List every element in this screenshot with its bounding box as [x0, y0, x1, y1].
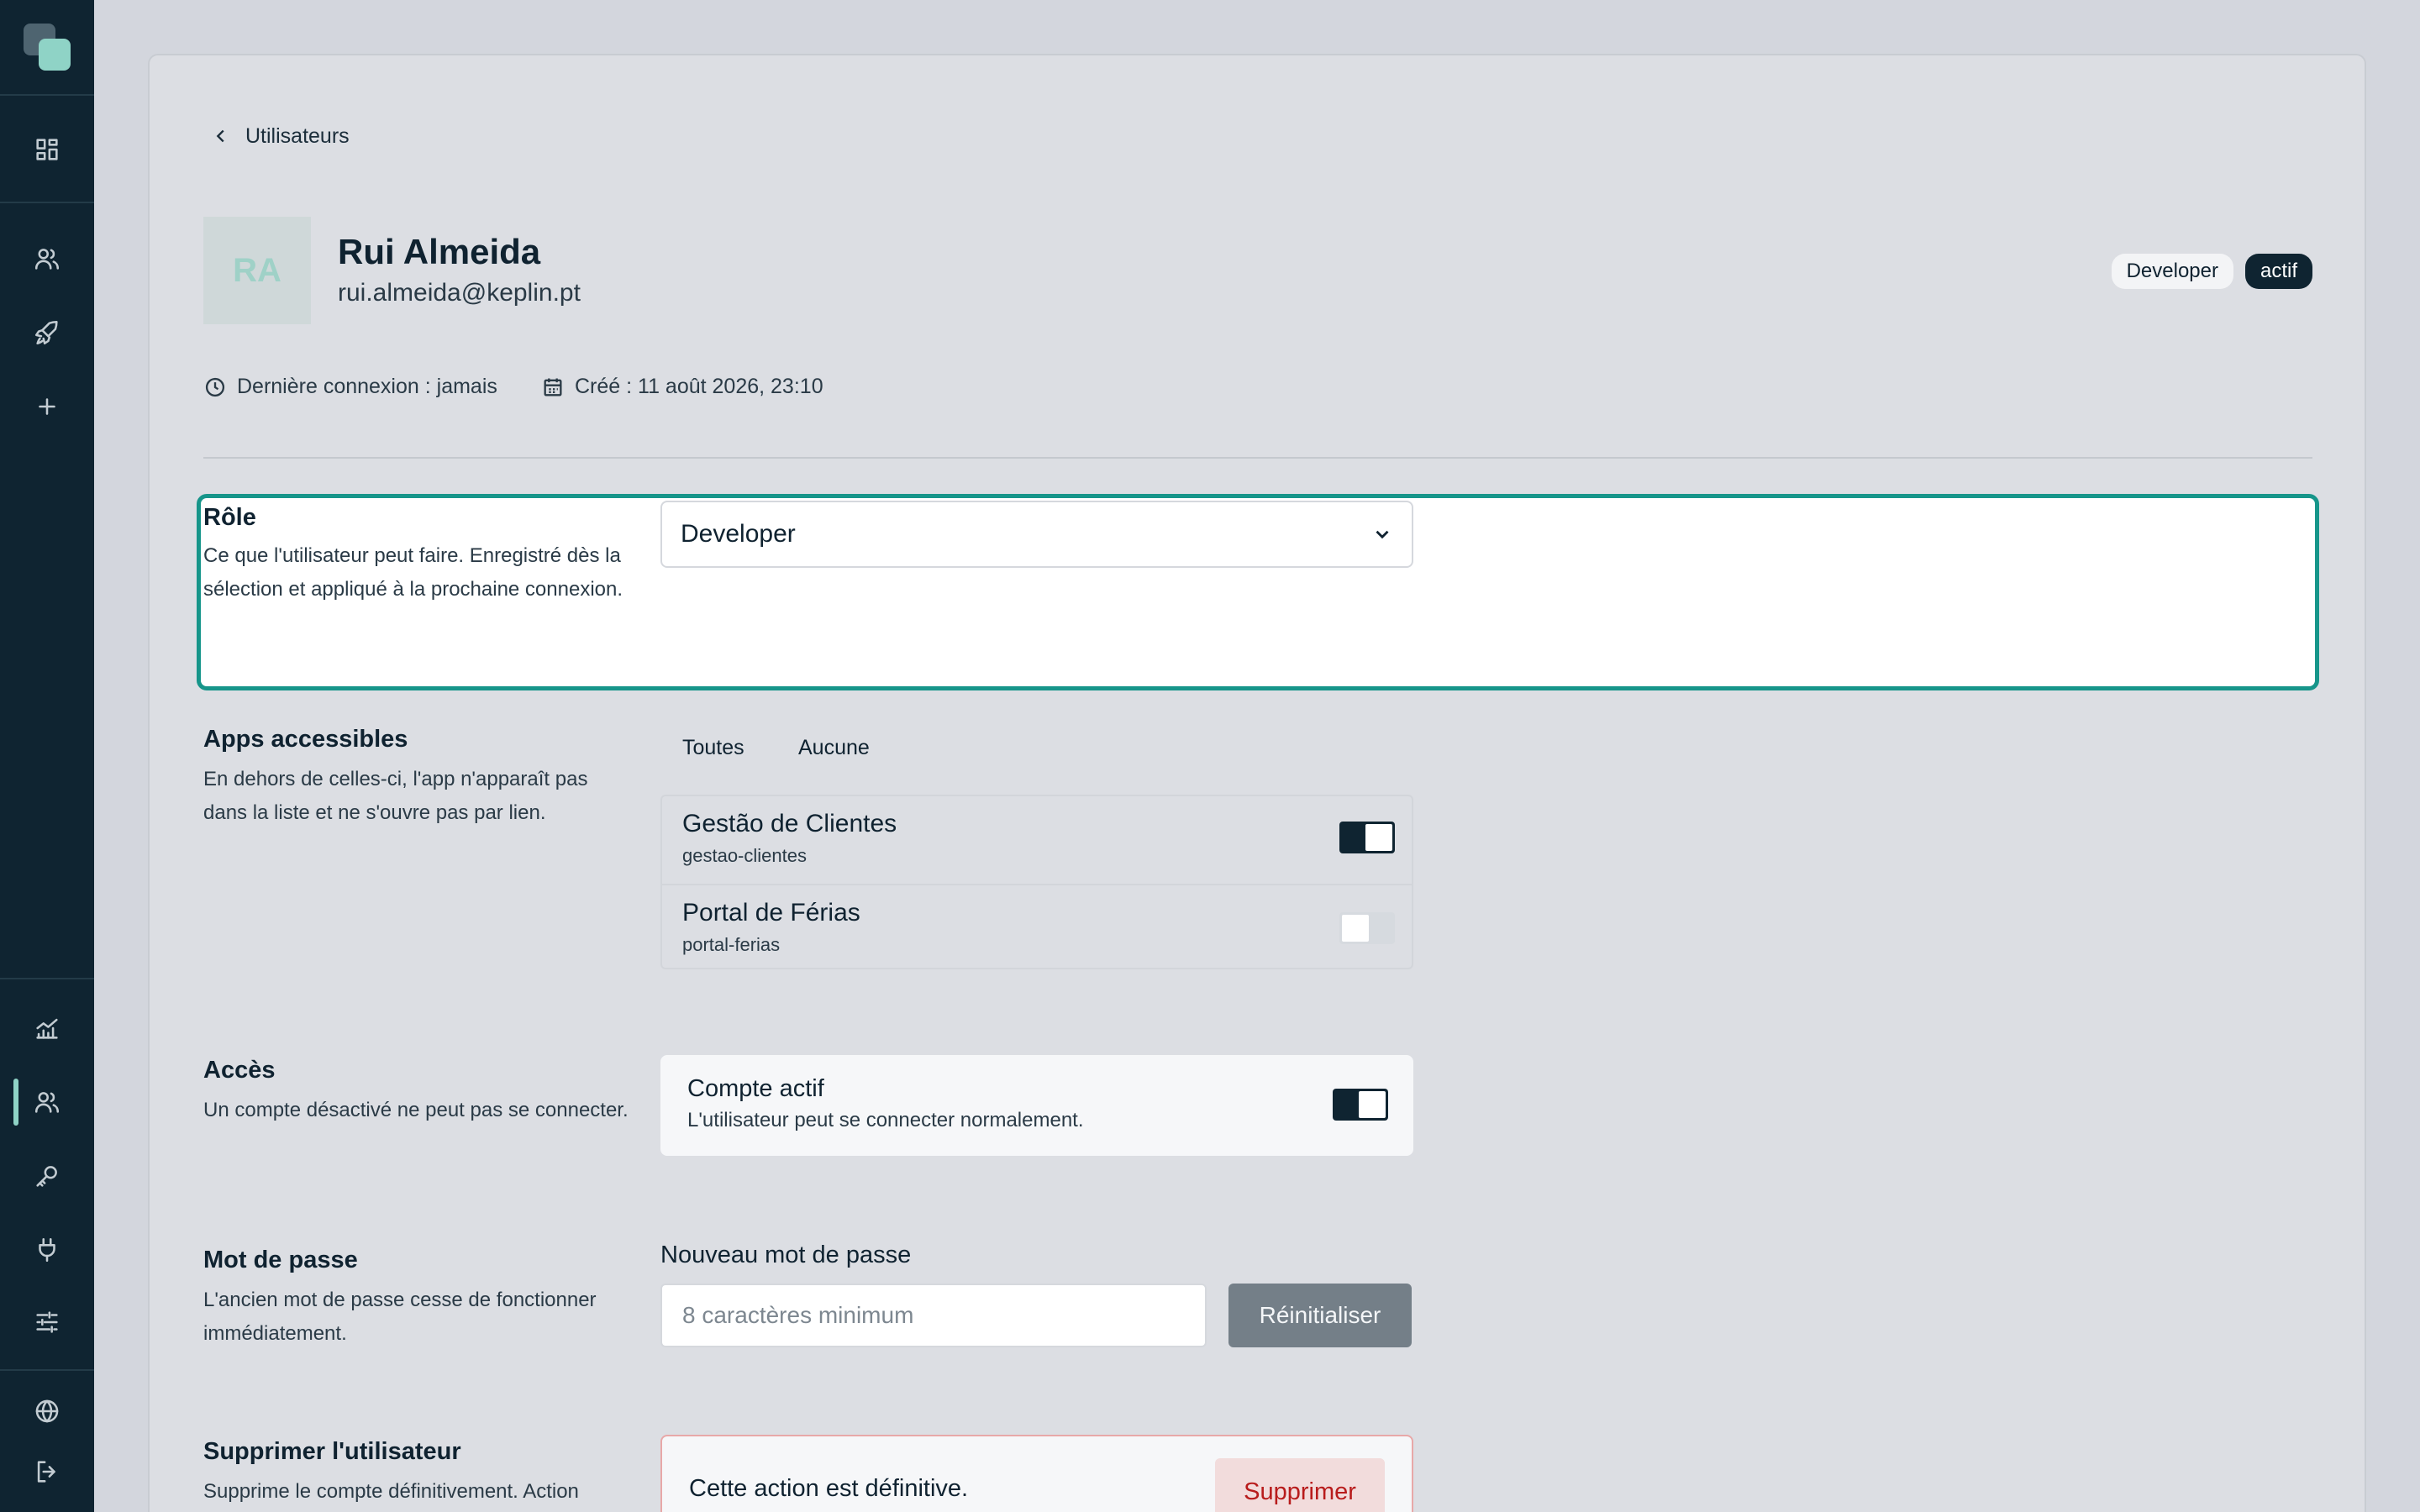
- select-all-apps-button[interactable]: Toutes: [682, 736, 744, 760]
- password-title: Mot de passe: [203, 1247, 358, 1273]
- app-slug: portal-ferias: [682, 934, 781, 955]
- users-icon[interactable]: [29, 1084, 66, 1121]
- calendar-icon: [544, 378, 562, 396]
- user-name: Rui Almeida: [338, 232, 541, 271]
- last-login-text: Dernière connexion : jamais: [237, 375, 497, 398]
- delete-title: Supprimer l'utilisateur: [203, 1438, 461, 1465]
- clock-icon: [205, 377, 225, 396]
- new-password-label: Nouveau mot de passe: [660, 1242, 912, 1268]
- users-icon[interactable]: [29, 240, 66, 277]
- logout-icon[interactable]: [29, 1453, 66, 1490]
- key-icon[interactable]: [29, 1158, 66, 1194]
- badges: Developer actif: [2111, 254, 2312, 289]
- account-active-toggle[interactable]: [1333, 1089, 1388, 1121]
- dashboard-icon[interactable]: [29, 131, 66, 168]
- delete-user-button[interactable]: Supprimer: [1215, 1458, 1385, 1512]
- sliders-icon[interactable]: [29, 1304, 66, 1341]
- sidebar-divider: [0, 94, 94, 96]
- access-description: Un compte désactivé ne peut pas se conne…: [203, 1099, 629, 1121]
- sidebar-divider: [0, 202, 94, 203]
- delete-warning: Cette action est définitive.: [689, 1475, 969, 1502]
- account-active-title: Compte actif: [687, 1075, 824, 1102]
- account-active-description: L'utilisateur peut se connecter normalem…: [687, 1109, 1084, 1131]
- sidebar-divider: [0, 1369, 94, 1371]
- rocket-icon[interactable]: [29, 314, 66, 351]
- header-divider: [203, 457, 2312, 459]
- active-indicator: [13, 1079, 18, 1126]
- access-title: Accès: [203, 1057, 276, 1084]
- created-date: Créé : 11 août 2026, 23:10: [541, 375, 823, 399]
- last-login: Dernière connexion : jamais: [203, 375, 497, 399]
- user-email: rui.almeida@keplin.pt: [338, 279, 581, 307]
- apps-description: En dehors de celles-ci, l'app n'apparaît…: [203, 768, 588, 824]
- analytics-icon[interactable]: [29, 1010, 66, 1047]
- app-toggle-gestao-clientes[interactable]: [1339, 822, 1395, 853]
- app-name: Portal de Férias: [682, 899, 860, 927]
- status-badge: actif: [2244, 254, 2312, 289]
- sidebar-divider: [0, 978, 94, 979]
- list-item: Portal de Férias portal-ferias: [662, 884, 1412, 971]
- select-no-apps-button[interactable]: Aucune: [798, 736, 870, 760]
- back-link[interactable]: Utilisateurs: [212, 121, 350, 151]
- created-date-text: Créé : 11 août 2026, 23:10: [575, 375, 823, 398]
- app-logo[interactable]: [24, 24, 71, 71]
- password-description: L'ancien mot de passe cesse de fonctionn…: [203, 1289, 597, 1345]
- plus-icon[interactable]: [29, 388, 66, 425]
- role-title: Rôle: [203, 504, 256, 531]
- role-select-value: Developer: [681, 520, 796, 548]
- app-list: Gestão de Clientes gestao-clientes Porta…: [660, 795, 1413, 969]
- app-name: Gestão de Clientes: [682, 810, 897, 837]
- delete-description: Supprime le compte définitivement. Actio…: [203, 1480, 579, 1503]
- list-item: Gestão de Clientes gestao-clientes: [662, 796, 1412, 884]
- new-password-input[interactable]: [660, 1284, 1207, 1347]
- delete-user-card: Cette action est définitive. Supprimer: [660, 1435, 1413, 1512]
- sidebar: [0, 0, 94, 1512]
- avatar: RA: [203, 217, 311, 324]
- chevron-left-icon: [216, 129, 224, 143]
- back-link-label: Utilisateurs: [245, 123, 350, 148]
- role-badge: Developer: [2111, 254, 2233, 289]
- app-slug: gestao-clientes: [682, 845, 807, 866]
- chevron-down-icon: [1376, 530, 1389, 539]
- plug-icon[interactable]: [29, 1231, 66, 1268]
- reset-password-button[interactable]: Réinitialiser: [1228, 1284, 1412, 1347]
- apps-title: Apps accessibles: [203, 726, 408, 753]
- avatar-initials: RA: [233, 251, 281, 289]
- globe-icon[interactable]: [29, 1393, 66, 1430]
- app-toggle-portal-ferias[interactable]: [1339, 912, 1395, 944]
- role-description: Ce que l'utilisateur peut faire. Enregis…: [203, 544, 623, 601]
- role-select[interactable]: Developer: [660, 501, 1413, 568]
- account-active-card: Compte actif L'utilisateur peut se conne…: [660, 1055, 1413, 1156]
